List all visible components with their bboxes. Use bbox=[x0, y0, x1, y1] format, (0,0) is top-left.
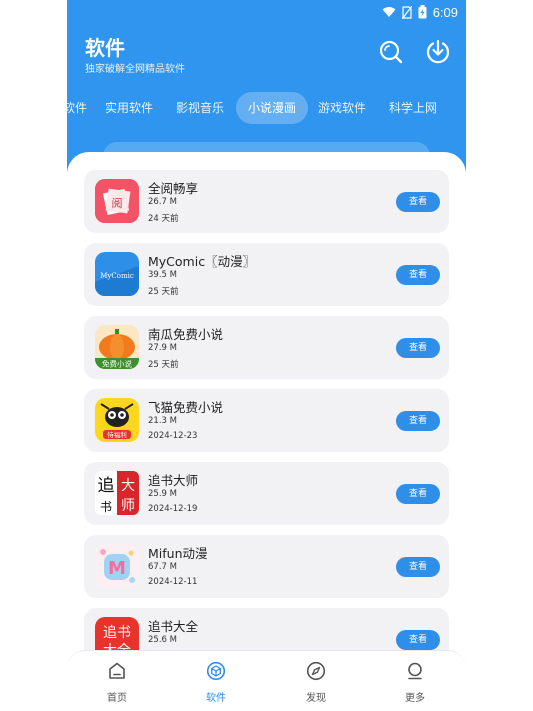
app-name: Mifun动漫 bbox=[148, 546, 208, 561]
search-icon bbox=[379, 40, 403, 64]
pumpkin-app-icon: 免费小说 bbox=[95, 325, 139, 369]
list-item[interactable]: 恃福利 飞猫免费小说 21.3 M 2024-12-23 查看 bbox=[84, 389, 449, 452]
battery-icon bbox=[418, 5, 427, 19]
nav-home-label: 首页 bbox=[107, 693, 127, 704]
app-name: 追书大师 bbox=[148, 473, 199, 488]
svg-text:M: M bbox=[108, 558, 126, 579]
wifi-icon bbox=[382, 7, 396, 17]
phone-screen: 6:09 软件 独家破解全网精品软件 软件 实用软件 影视音乐 小说漫画 游戏软… bbox=[67, 0, 466, 711]
app-name: MyComic〖动漫〗 bbox=[148, 254, 256, 269]
search-button[interactable] bbox=[377, 38, 405, 66]
svg-text:MyComic: MyComic bbox=[100, 272, 134, 280]
app-date: 24 天前 bbox=[148, 214, 179, 224]
app-size: 21.3 M bbox=[148, 416, 177, 426]
tab-utility[interactable]: 实用软件 bbox=[105, 92, 153, 124]
svg-text:追书: 追书 bbox=[103, 625, 131, 641]
page-title: 软件 bbox=[85, 36, 125, 60]
tab-vpn[interactable]: 科学上网 bbox=[389, 92, 437, 124]
svg-text:追: 追 bbox=[98, 476, 115, 496]
svg-text:恃福利: 恃福利 bbox=[107, 430, 127, 439]
status-bar: 6:09 bbox=[382, 2, 458, 22]
cube-icon bbox=[206, 661, 226, 681]
app-size: 26.7 M bbox=[148, 197, 177, 207]
app-date: 25 天前 bbox=[148, 360, 179, 370]
tab-video-music[interactable]: 影视音乐 bbox=[176, 92, 224, 124]
view-button[interactable]: 查看 bbox=[396, 484, 440, 504]
svg-text:大: 大 bbox=[121, 478, 135, 494]
download-icon bbox=[426, 39, 450, 64]
mifun-app-icon: M bbox=[95, 544, 139, 588]
app-list-panel: 阅 全阅畅享 26.7 M 24 天前 查看 MyComic MyComic〖动 bbox=[67, 152, 466, 711]
svg-text:师: 师 bbox=[121, 498, 135, 514]
app-date: 2024-12-11 bbox=[148, 577, 198, 587]
home-icon bbox=[109, 662, 125, 679]
list-item[interactable]: MyComic MyComic〖动漫〗 39.5 M 25 天前 查看 bbox=[84, 243, 449, 306]
view-button[interactable]: 查看 bbox=[396, 630, 440, 650]
quanyue-app-icon: 阅 bbox=[95, 179, 139, 223]
app-date: 25 天前 bbox=[148, 287, 179, 297]
page-subtitle: 独家破解全网精品软件 bbox=[85, 64, 185, 75]
app-size: 25.9 M bbox=[148, 489, 177, 499]
app-name: 南瓜免费小说 bbox=[148, 327, 224, 342]
app-name: 飞猫免费小说 bbox=[148, 400, 224, 415]
nav-discover[interactable]: 发现 bbox=[286, 661, 346, 704]
list-item[interactable]: 阅 全阅畅享 26.7 M 24 天前 查看 bbox=[84, 170, 449, 233]
list-item[interactable]: 免费小说 南瓜免费小说 27.9 M 25 天前 查看 bbox=[84, 316, 449, 379]
bottom-nav: 首页 软件 发现 更多 bbox=[67, 650, 466, 711]
app-size: 67.7 M bbox=[148, 562, 177, 572]
app-name: 追书大全 bbox=[148, 619, 199, 634]
download-button[interactable] bbox=[424, 38, 452, 66]
svg-text:阅: 阅 bbox=[112, 197, 123, 210]
feimao-app-icon: 恃福利 bbox=[95, 398, 139, 442]
nav-more[interactable]: 更多 bbox=[385, 661, 445, 704]
view-button[interactable]: 查看 bbox=[396, 192, 440, 212]
app-size: 25.6 M bbox=[148, 635, 177, 645]
no-sim-icon bbox=[401, 5, 412, 19]
header: 6:09 软件 独家破解全网精品软件 软件 实用软件 影视音乐 小说漫画 游戏软… bbox=[67, 0, 466, 175]
user-icon bbox=[408, 662, 422, 680]
app-date: 2024-12-19 bbox=[148, 504, 198, 514]
svg-text:书: 书 bbox=[100, 500, 112, 514]
nav-discover-label: 发现 bbox=[306, 693, 326, 704]
status-time: 6:09 bbox=[432, 4, 458, 20]
tab-novel-comic[interactable]: 小说漫画 bbox=[236, 92, 309, 124]
nav-more-label: 更多 bbox=[405, 693, 425, 704]
tab-software[interactable]: 软件 bbox=[67, 92, 87, 124]
view-button[interactable]: 查看 bbox=[396, 557, 440, 577]
tab-games[interactable]: 游戏软件 bbox=[318, 92, 366, 124]
nav-home[interactable]: 首页 bbox=[87, 661, 147, 704]
category-tabs: 软件 实用软件 影视音乐 小说漫画 游戏软件 科学上网 bbox=[67, 90, 466, 126]
list-item[interactable]: 追 大 书 师 追书大师 25.9 M 2024-12-19 查看 bbox=[84, 462, 449, 525]
view-button[interactable]: 查看 bbox=[396, 338, 440, 358]
app-date: 2024-12-23 bbox=[148, 431, 198, 441]
compass-icon bbox=[306, 661, 326, 681]
view-button[interactable]: 查看 bbox=[396, 265, 440, 285]
svg-text:免费小说: 免费小说 bbox=[102, 359, 132, 369]
mycomic-app-icon: MyComic bbox=[95, 252, 139, 296]
zhuishu-master-app-icon: 追 大 书 师 bbox=[95, 471, 139, 515]
app-name: 全阅畅享 bbox=[148, 181, 199, 196]
nav-software-label: 软件 bbox=[206, 693, 226, 704]
view-button[interactable]: 查看 bbox=[396, 411, 440, 431]
nav-software[interactable]: 软件 bbox=[186, 661, 246, 704]
app-size: 39.5 M bbox=[148, 270, 177, 280]
app-size: 27.9 M bbox=[148, 343, 177, 353]
list-item[interactable]: M Mifun动漫 67.7 M 2024-12-11 查看 bbox=[84, 535, 449, 598]
